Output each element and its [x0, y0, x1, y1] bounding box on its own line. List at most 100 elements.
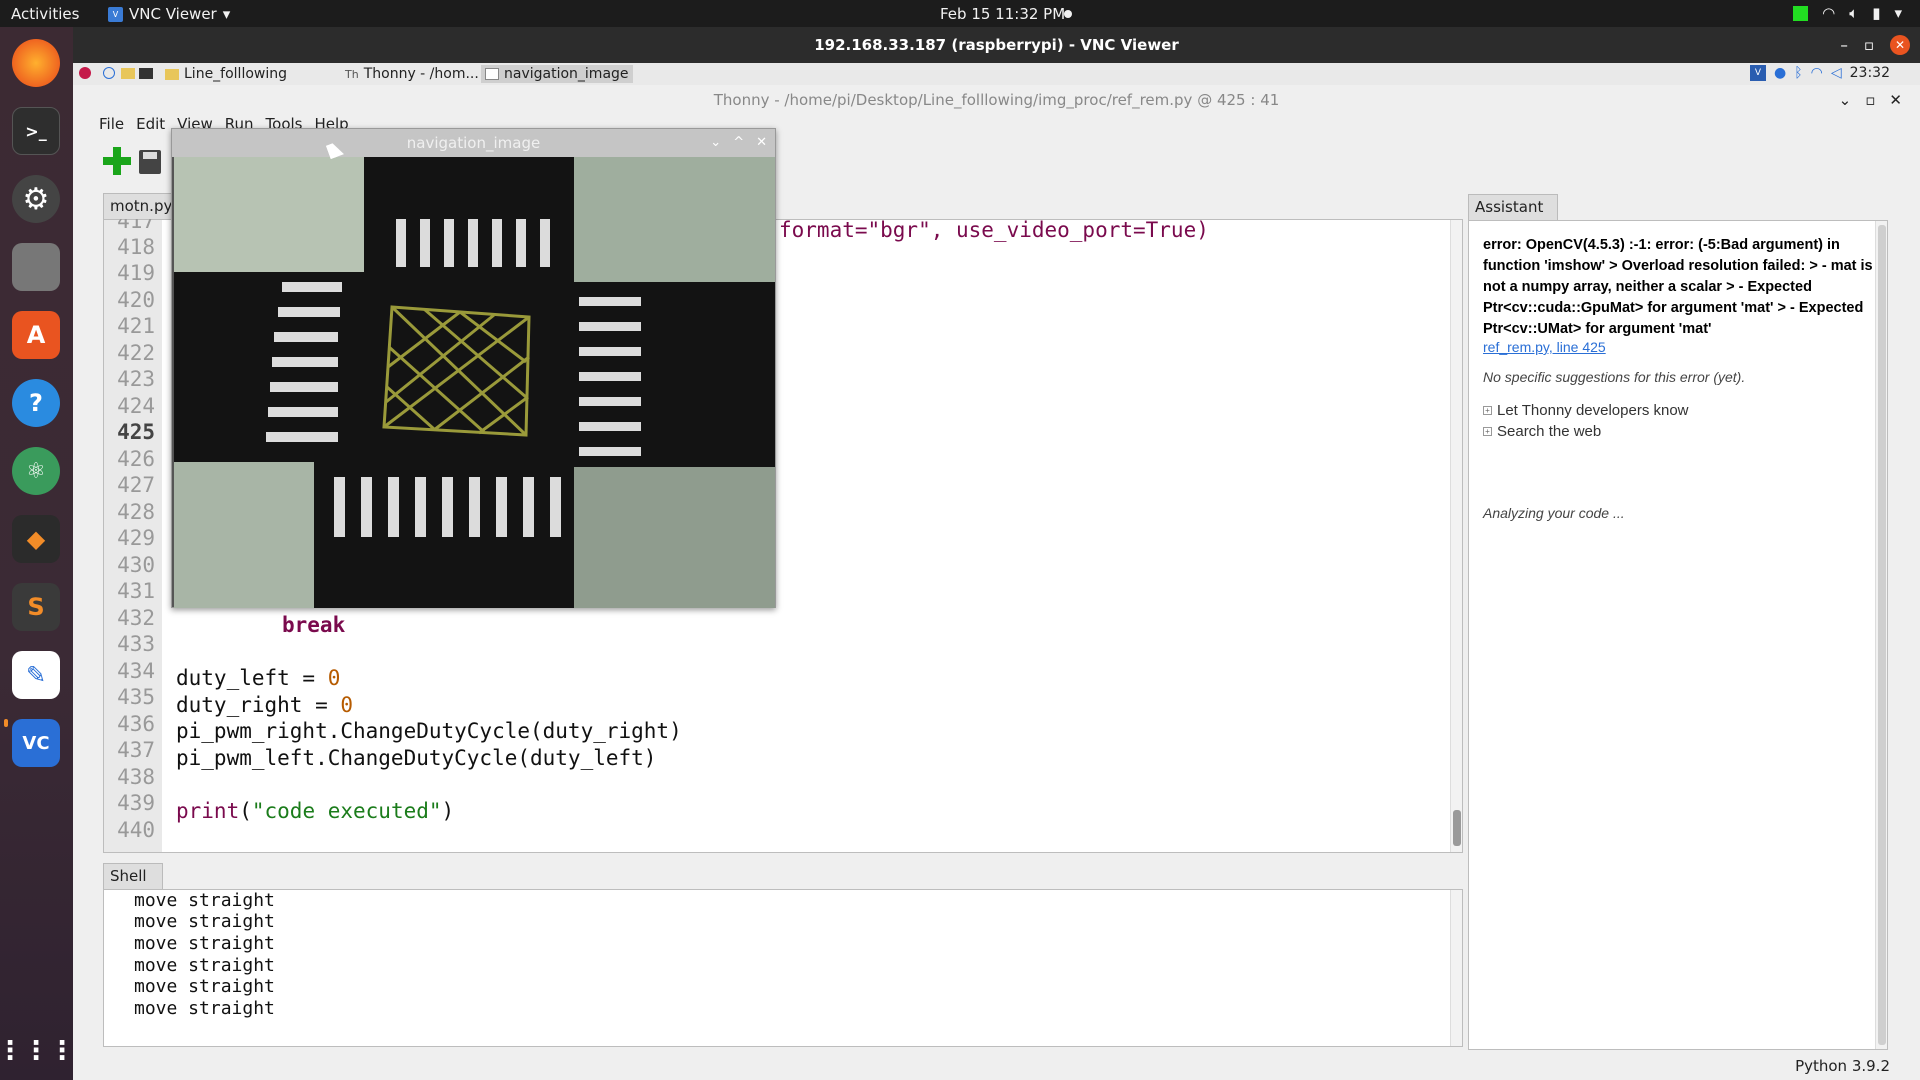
- thonny-icon: Th: [345, 67, 359, 81]
- volume-icon[interactable]: ◁: [1831, 65, 1842, 81]
- vnc-window-titlebar[interactable]: 192.168.33.187 (raspberrypi) - VNC Viewe…: [73, 27, 1920, 63]
- remote-clock[interactable]: 23:32: [1850, 65, 1890, 81]
- vnc-window-title: 192.168.33.187 (raspberrypi) - VNC Viewe…: [814, 36, 1179, 54]
- vnc-viewer-icon[interactable]: VC: [12, 719, 60, 767]
- close-icon[interactable]: ✕: [1890, 35, 1910, 55]
- sublime-merge-icon[interactable]: ◆: [12, 515, 60, 563]
- number-literal: 0: [340, 693, 354, 717]
- files-icon[interactable]: [12, 243, 60, 291]
- line-number: 440: [117, 818, 155, 842]
- line-number: 432: [117, 606, 155, 630]
- terminal-launcher-icon[interactable]: [139, 68, 153, 79]
- option-label: Search the web: [1497, 423, 1602, 440]
- scrollbar-thumb[interactable]: [1453, 810, 1461, 846]
- error-location-link[interactable]: ref_rem.py, line 425: [1483, 339, 1606, 355]
- taskbar-item-navigation-image[interactable]: navigation_image: [481, 65, 633, 83]
- line-number: 419: [117, 261, 155, 285]
- line-number: 438: [117, 765, 155, 789]
- bluetooth-icon[interactable]: ᛒ: [1794, 65, 1802, 81]
- terminal-icon[interactable]: >_: [12, 107, 60, 155]
- minimize-icon[interactable]: –: [1840, 27, 1848, 63]
- taskbar-item-thonny[interactable]: Th Thonny - /hom...: [341, 65, 483, 83]
- maximize-icon[interactable]: ^: [733, 129, 744, 157]
- dock: >_ ⚙ A ? ⚛ ◆ S ✎ VC ⋮⋮⋮: [0, 27, 75, 1080]
- expand-icon[interactable]: +: [1483, 427, 1492, 436]
- nav-window-titlebar[interactable]: navigation_image ⌄ ^ ✕: [172, 129, 775, 157]
- system-tray[interactable]: ◠ 🔈︎ ▮ ▾: [1793, 4, 1902, 22]
- option-let-developers-know[interactable]: + Let Thonny developers know: [1483, 402, 1689, 419]
- code-fragment: format="bgr", use_video_port=True): [779, 219, 1209, 242]
- notification-dot-icon: [1064, 10, 1072, 18]
- battery-icon[interactable]: ▮: [1872, 4, 1880, 22]
- wifi-icon[interactable]: ◠: [1822, 4, 1835, 22]
- indicator-icon[interactable]: [1793, 5, 1809, 21]
- line-number: 429: [117, 526, 155, 550]
- analyzing-status: Analyzing your code ...: [1483, 505, 1625, 521]
- keyword: break: [282, 613, 346, 637]
- scrollbar-thumb[interactable]: [1878, 225, 1886, 1045]
- code-text: duty_right =: [176, 693, 341, 717]
- activities-button[interactable]: Activities: [11, 5, 79, 23]
- shell-output-line: move straight: [134, 976, 275, 997]
- editor-scrollbar[interactable]: [1450, 220, 1462, 852]
- line-number: 422: [117, 341, 155, 365]
- shell-output-line: move straight: [134, 911, 275, 932]
- volume-icon[interactable]: 🔈︎: [1849, 4, 1858, 22]
- shell-panel[interactable]: move straight move straight move straigh…: [103, 889, 1463, 1047]
- close-icon[interactable]: ✕: [756, 129, 767, 157]
- taskbar-item-folder[interactable]: Line_folllowing: [161, 65, 291, 83]
- file-manager-icon[interactable]: [121, 68, 135, 79]
- shell-output-line: move straight: [134, 890, 275, 911]
- navigation-image-window[interactable]: navigation_image ⌄ ^ ✕: [171, 128, 776, 608]
- raspberry-menu-icon[interactable]: [79, 67, 91, 79]
- vnc-tray-icon[interactable]: V: [1750, 65, 1767, 81]
- chevron-down-icon[interactable]: ⌄: [1839, 85, 1852, 115]
- line-number: 417: [117, 219, 155, 233]
- app-menu[interactable]: V VNC Viewer ▾: [108, 5, 230, 23]
- thonny-titlebar[interactable]: Thonny - /home/pi/Desktop/Line_folllowin…: [73, 85, 1920, 115]
- interpreter-status[interactable]: Python 3.9.2: [1795, 1057, 1890, 1075]
- line-numbers: 417 418 419 420 421 422 423 424 425 426 …: [103, 219, 163, 853]
- power-menu-chevron-icon[interactable]: ▾: [1894, 4, 1902, 22]
- suggestion-note: No specific suggestions for this error (…: [1483, 369, 1746, 385]
- update-icon[interactable]: ●: [1774, 65, 1786, 81]
- new-file-icon[interactable]: [103, 147, 131, 175]
- menu-edit[interactable]: Edit: [136, 115, 165, 139]
- line-number: 434: [117, 659, 155, 683]
- remote-desktop[interactable]: Line_folllowing Th Thonny - /hom... navi…: [73, 63, 1920, 1080]
- line-number: 439: [117, 791, 155, 815]
- maximize-icon[interactable]: ▫: [1865, 85, 1875, 115]
- clock[interactable]: Feb 15 11:32 PM: [940, 5, 1065, 23]
- minimize-icon[interactable]: ⌄: [710, 129, 721, 157]
- show-apps-grid-icon[interactable]: ⋮⋮⋮: [0, 1027, 75, 1075]
- save-icon[interactable]: [139, 150, 161, 174]
- taskbar-item-label: Thonny - /hom...: [363, 66, 479, 82]
- tab-assistant[interactable]: Assistant ✕: [1468, 194, 1558, 239]
- active-app-indicator: [4, 719, 8, 727]
- code-line: duty_left = 0: [176, 666, 340, 690]
- text-editor-icon[interactable]: ✎: [12, 651, 60, 699]
- help-icon[interactable]: ?: [12, 379, 60, 427]
- remote-taskbar: Line_folllowing Th Thonny - /hom... navi…: [73, 63, 1920, 85]
- close-icon[interactable]: ✕: [1889, 85, 1902, 115]
- settings-gear-icon[interactable]: ⚙: [12, 175, 60, 223]
- restore-icon[interactable]: ▫: [1864, 27, 1874, 63]
- line-number: 420: [117, 288, 155, 312]
- code-line: break: [282, 613, 345, 637]
- browser-icon[interactable]: [103, 67, 115, 79]
- code-line: pi_pwm_right.ChangeDutyCycle(duty_right): [176, 719, 682, 743]
- menu-file[interactable]: File: [99, 115, 124, 139]
- assistant-scrollbar[interactable]: [1875, 221, 1887, 1049]
- tab-shell[interactable]: Shell: [103, 863, 163, 889]
- atom-icon[interactable]: ⚛: [12, 447, 60, 495]
- line-number: 433: [117, 632, 155, 656]
- sublime-text-icon[interactable]: S: [12, 583, 60, 631]
- shell-scrollbar[interactable]: [1450, 890, 1462, 1046]
- line-number: 435: [117, 685, 155, 709]
- vnc-app-icon: V: [108, 6, 123, 22]
- expand-icon[interactable]: +: [1483, 406, 1492, 415]
- firefox-icon[interactable]: [12, 39, 60, 87]
- wifi-icon[interactable]: ◠: [1811, 65, 1823, 81]
- software-center-icon[interactable]: A: [12, 311, 60, 359]
- option-search-web[interactable]: + Search the web: [1483, 423, 1601, 440]
